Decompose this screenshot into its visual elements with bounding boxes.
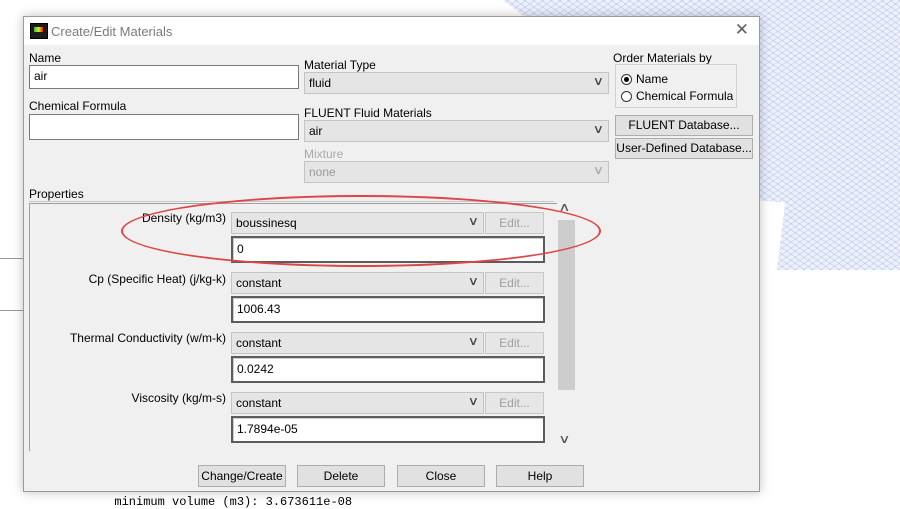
mixture-value: none: [309, 165, 336, 179]
delete-button[interactable]: Delete: [297, 465, 385, 487]
chevron-up-icon[interactable]: ∧: [558, 200, 570, 214]
chevron-down-icon: ∨: [467, 394, 480, 408]
chevron-down-icon: ∨: [592, 163, 605, 177]
chemical-formula-label: Chemical Formula: [29, 99, 127, 113]
material-type-value: fluid: [309, 76, 332, 90]
chevron-down-icon: ∨: [592, 74, 605, 88]
density-method-value: boussinesq: [236, 216, 297, 230]
fluent-database-button[interactable]: FLUENT Database...: [615, 115, 753, 136]
density-method-dropdown[interactable]: boussinesq ∨: [231, 212, 484, 234]
thermal-conductivity-method-dropdown[interactable]: constant ∨: [231, 332, 484, 354]
chevron-down-icon[interactable]: ∨: [558, 432, 570, 446]
radio-label: Name: [636, 72, 669, 86]
radio-label: Chemical Formula: [636, 89, 734, 103]
chemical-formula-input[interactable]: [29, 114, 299, 140]
change-create-button[interactable]: Change/Create: [198, 465, 286, 487]
name-label: Name: [29, 51, 62, 65]
cp-value-input[interactable]: 1006.43: [231, 296, 545, 323]
order-by-chemical-formula-radio[interactable]: Chemical Formula: [621, 89, 733, 103]
viscosity-method-value: constant: [236, 396, 282, 410]
fluent-app-icon: [30, 23, 48, 39]
name-input[interactable]: air: [29, 65, 299, 89]
chevron-down-icon: ∨: [467, 334, 480, 348]
viscosity-label: Viscosity (kg/m-s): [131, 391, 226, 405]
radio-unselected-icon: [621, 90, 632, 102]
order-by-name-radio[interactable]: Name: [621, 72, 668, 86]
chevron-down-icon: ∨: [467, 274, 480, 288]
properties-separator: [29, 201, 554, 202]
material-type-label: Material Type: [304, 58, 376, 72]
density-label: Density (kg/m3): [141, 211, 226, 225]
cp-method-value: constant: [236, 276, 282, 290]
cp-edit-button: Edit...: [485, 272, 544, 294]
mixture-dropdown: none ∨: [304, 161, 609, 183]
console-line: minimum volume (m3): 3.673611e-08: [100, 495, 353, 509]
thermal-conductivity-edit-button: Edit...: [485, 332, 544, 354]
dialog-title: Create/Edit Materials: [51, 24, 173, 39]
viscosity-method-dropdown[interactable]: constant ∨: [231, 392, 484, 414]
viscosity-edit-button: Edit...: [485, 392, 544, 414]
help-button[interactable]: Help: [496, 465, 584, 487]
thermal-conductivity-label: Thermal Conductivity (w/m-k): [69, 331, 226, 345]
user-defined-database-button[interactable]: User-Defined Database...: [615, 138, 753, 159]
cp-method-dropdown[interactable]: constant ∨: [231, 272, 484, 294]
viscosity-value-input[interactable]: 1.7894e-05: [231, 416, 545, 443]
close-icon[interactable]: ✕: [735, 20, 749, 40]
density-edit-button: Edit...: [485, 212, 544, 234]
fluent-fluid-materials-label: FLUENT Fluid Materials: [304, 106, 432, 120]
mixture-label: Mixture: [304, 147, 344, 161]
properties-label: Properties: [29, 187, 84, 201]
fluent-fluid-materials-dropdown[interactable]: air ∨: [304, 120, 609, 142]
thermal-conductivity-method-value: constant: [236, 336, 282, 350]
fluent-fluid-materials-value: air: [309, 124, 323, 138]
cp-label: Cp (Specific Heat) (j/kg-k): [88, 272, 226, 286]
chevron-down-icon: ∨: [592, 122, 605, 136]
thermal-conductivity-value-input[interactable]: 0.0242: [231, 356, 545, 383]
close-button[interactable]: Close: [397, 465, 485, 487]
radio-selected-icon: [621, 73, 632, 85]
chevron-down-icon: ∨: [467, 214, 480, 228]
scrollbar-thumb[interactable]: [558, 220, 575, 390]
density-value-input[interactable]: 0: [231, 236, 545, 263]
dialog-titlebar[interactable]: Create/Edit Materials ✕: [24, 17, 759, 45]
material-type-dropdown[interactable]: fluid ∨: [304, 72, 609, 94]
order-materials-label: Order Materials by: [613, 51, 712, 65]
